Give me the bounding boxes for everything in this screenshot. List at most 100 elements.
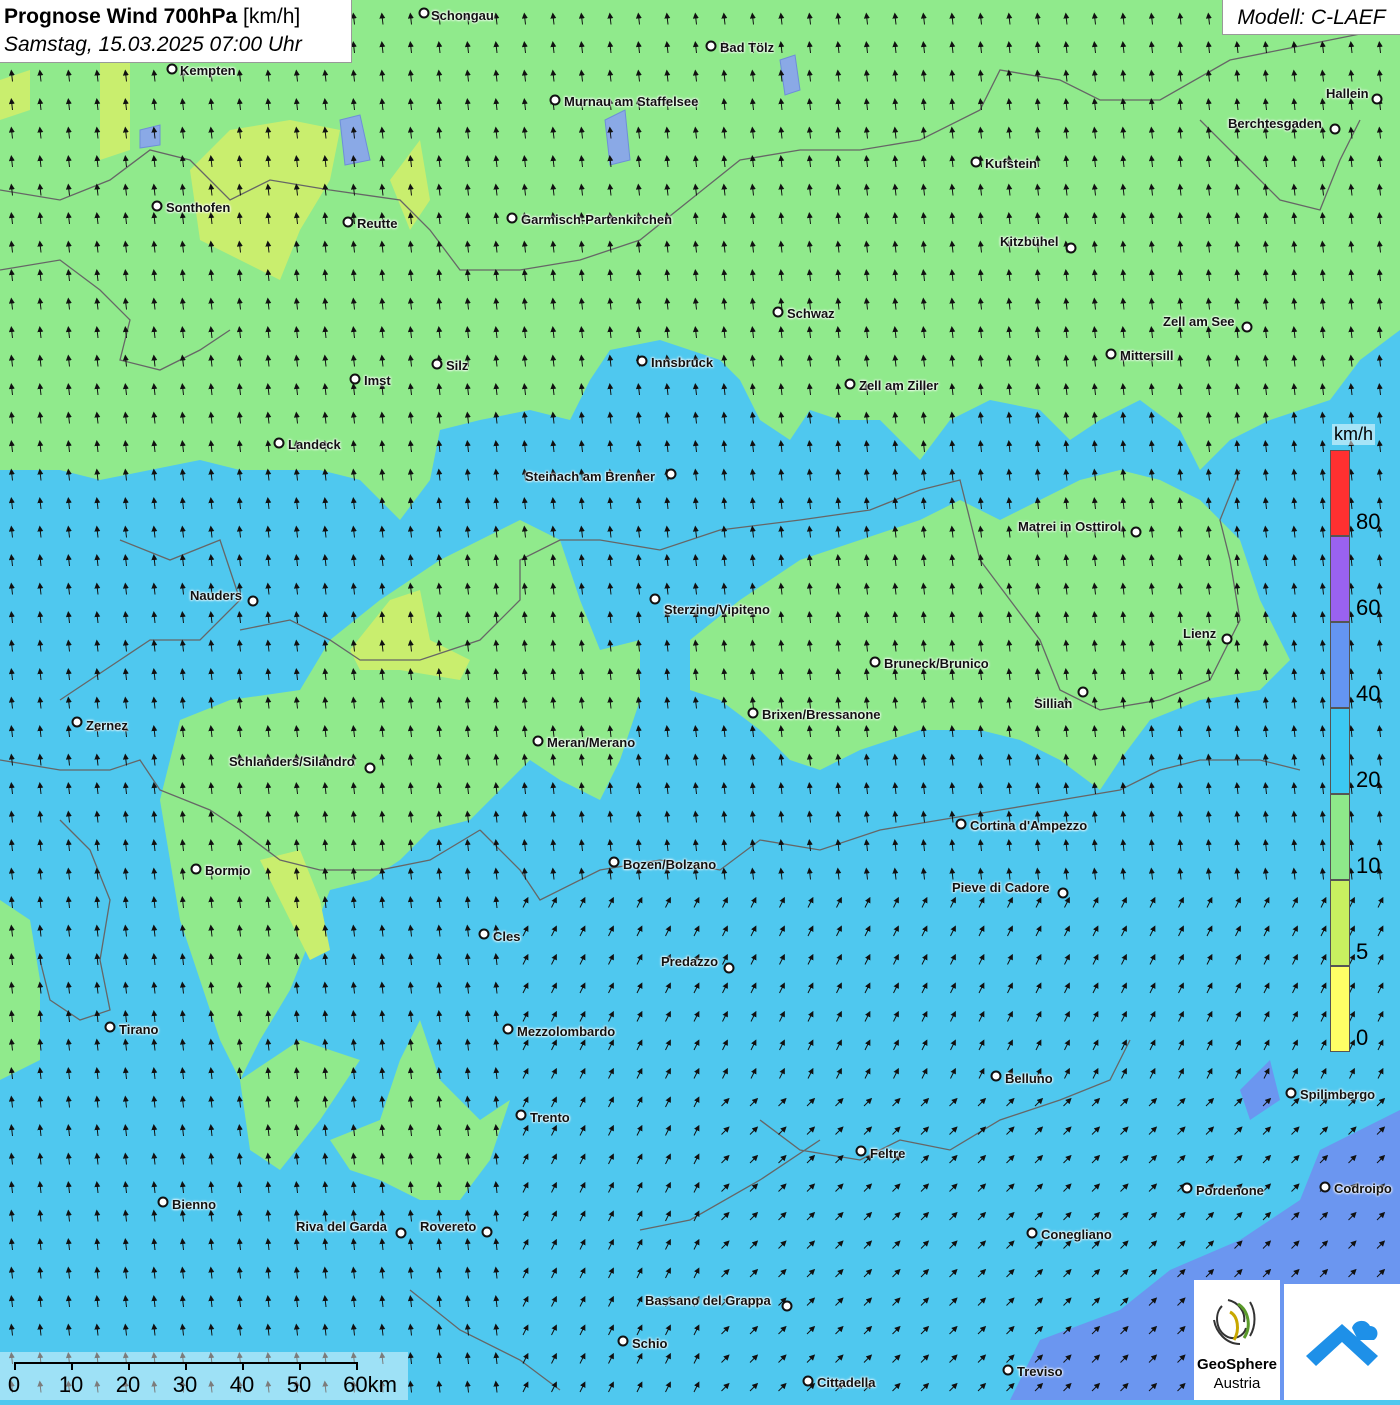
legend-color-segment	[1330, 966, 1350, 1052]
city-label: Hallein	[1326, 86, 1369, 101]
geosphere-logo: GeoSphere Austria	[1194, 1280, 1280, 1400]
city-label: Nauders	[190, 588, 243, 603]
color-legend: km/h 80 60 40 20 10 5 0	[1328, 420, 1388, 1060]
city-marker-icon	[71, 716, 83, 728]
city-label: Bormio	[205, 863, 251, 878]
city-marker-icon	[1329, 123, 1341, 135]
city-label: Brixen/Bressanone	[762, 707, 881, 722]
city-marker-icon	[608, 856, 620, 868]
city-marker-icon	[1241, 321, 1253, 333]
city-label: Sillian	[1034, 696, 1073, 711]
scale-label: 20	[115, 1372, 141, 1397]
city-marker-icon	[395, 1227, 407, 1239]
city-label: Treviso	[1017, 1364, 1063, 1379]
city-label: Reutte	[357, 216, 398, 231]
city-marker-icon	[1130, 526, 1142, 538]
city-label: Bozen/Bolzano	[623, 857, 717, 872]
city-label: Spilimbergo	[1300, 1087, 1376, 1102]
geosphere-emblem-icon	[1213, 1299, 1256, 1345]
city-label: Steinach am Brenner	[525, 469, 656, 484]
city-marker-icon	[802, 1375, 814, 1387]
legend-tick-label: 80	[1356, 509, 1381, 534]
city-label: Silz	[446, 358, 469, 373]
city-marker-icon	[747, 707, 759, 719]
city-marker-icon	[723, 962, 735, 974]
legend-color-segment	[1330, 622, 1350, 708]
city-label: Lienz	[1183, 626, 1217, 641]
city-label: Codroipo	[1334, 1181, 1392, 1196]
city-label: Mezzolombardo	[517, 1024, 616, 1039]
scale-label: 60km	[343, 1372, 397, 1397]
scale-tick	[356, 1362, 358, 1370]
city-marker-icon	[418, 7, 430, 19]
city-marker-icon	[1221, 633, 1233, 645]
city-marker-icon	[515, 1109, 527, 1121]
city-marker-icon	[478, 928, 490, 940]
city-label: Berchtesgaden	[1228, 116, 1322, 131]
city-marker-icon	[844, 378, 856, 390]
city-marker-icon	[955, 818, 967, 830]
city-label: Innsbruck	[651, 355, 714, 370]
map-subtitle: Samstag, 15.03.2025 07:00 Uhr	[4, 33, 302, 56]
city-label: Rovereto	[420, 1219, 477, 1234]
city-marker-icon	[1077, 686, 1089, 698]
legend-unit: km/h	[1332, 424, 1376, 445]
city-marker-icon	[1065, 242, 1077, 254]
city-label: Schongau	[431, 8, 494, 23]
geosphere-country: Austria	[1213, 1375, 1261, 1392]
scale-tick	[128, 1362, 130, 1370]
weather-app-logo	[1284, 1284, 1400, 1400]
city-label: Schwaz	[787, 306, 835, 321]
city-label: Bad Tölz	[720, 40, 775, 55]
city-label: Sonthofen	[166, 200, 231, 215]
city-marker-icon	[247, 595, 259, 607]
city-marker-icon	[781, 1300, 793, 1312]
scale-tick	[71, 1362, 73, 1370]
city-label: Cittadella	[817, 1375, 876, 1390]
city-marker-icon	[1319, 1181, 1331, 1193]
title-box: Prognose Wind 700hPa [km/h] Samstag, 15.…	[0, 0, 352, 63]
geosphere-name: GeoSphere	[1196, 1356, 1278, 1373]
city-marker-icon	[506, 212, 518, 224]
city-label: Trento	[530, 1110, 570, 1125]
city-marker-icon	[1285, 1087, 1297, 1099]
city-label: Cortina d'Ampezzo	[970, 818, 1088, 833]
city-label: Riva del Garda	[296, 1219, 388, 1234]
city-marker-icon	[970, 156, 982, 168]
city-label: Cles	[493, 929, 521, 944]
scale-bar: 0 10 20 30 40 50 60km	[0, 1352, 408, 1400]
scale-label: 40	[229, 1372, 255, 1397]
weather-app-icon	[1306, 1320, 1378, 1366]
legend-tick-label: 40	[1356, 681, 1381, 706]
city-marker-icon	[342, 216, 354, 228]
city-label: Zell am See	[1163, 314, 1235, 329]
legend-tick-label: 5	[1356, 939, 1369, 964]
city-marker-icon	[104, 1021, 116, 1033]
city-marker-icon	[617, 1335, 629, 1347]
map-title: Prognose Wind 700hPa [km/h]	[4, 5, 301, 28]
city-marker-icon	[157, 1196, 169, 1208]
scale-tick	[14, 1362, 16, 1370]
legend-tick-label: 60	[1356, 595, 1381, 620]
city-marker-icon	[349, 373, 361, 385]
city-marker-icon	[1057, 887, 1069, 899]
city-label: Meran/Merano	[547, 735, 636, 750]
city-label: Sterzing/Vipiteno	[664, 602, 770, 617]
city-marker-icon	[705, 40, 717, 52]
city-label: Kempten	[180, 63, 236, 78]
city-label: Zernez	[86, 718, 128, 733]
city-marker-icon	[649, 593, 661, 605]
city-marker-icon	[502, 1023, 514, 1035]
city-label: Feltre	[870, 1146, 906, 1161]
legend-color-segment	[1330, 450, 1350, 536]
scale-label: 30	[172, 1372, 198, 1397]
city-label: Predazzo	[661, 954, 719, 969]
city-marker-icon	[481, 1226, 493, 1238]
city-label: Pordenone	[1196, 1183, 1264, 1198]
city-label: Kufstein	[985, 156, 1037, 171]
city-marker-icon	[151, 200, 163, 212]
city-marker-icon	[431, 358, 443, 370]
city-marker-icon	[1002, 1364, 1014, 1376]
city-marker-icon	[772, 306, 784, 318]
legend-tick-label: 0	[1356, 1025, 1369, 1050]
